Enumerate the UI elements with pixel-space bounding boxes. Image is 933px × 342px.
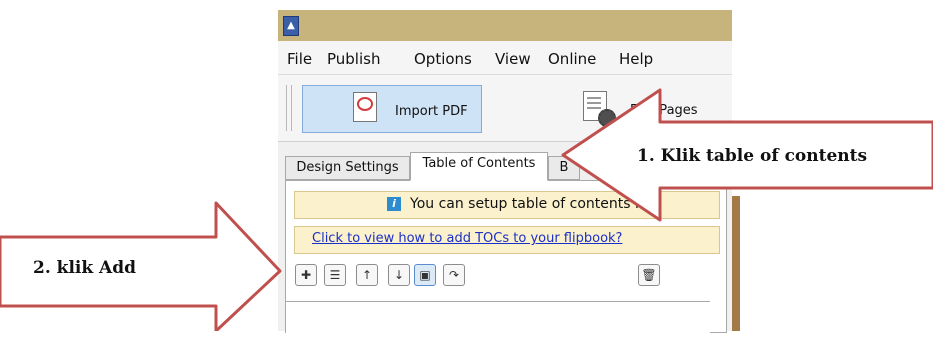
annotation-step1-label: 1. Klik table of contents <box>637 146 868 166</box>
tab-table-of-contents[interactable]: Table of Contents <box>410 152 548 181</box>
annotation-step2-label: 2. klik Add <box>33 258 137 278</box>
